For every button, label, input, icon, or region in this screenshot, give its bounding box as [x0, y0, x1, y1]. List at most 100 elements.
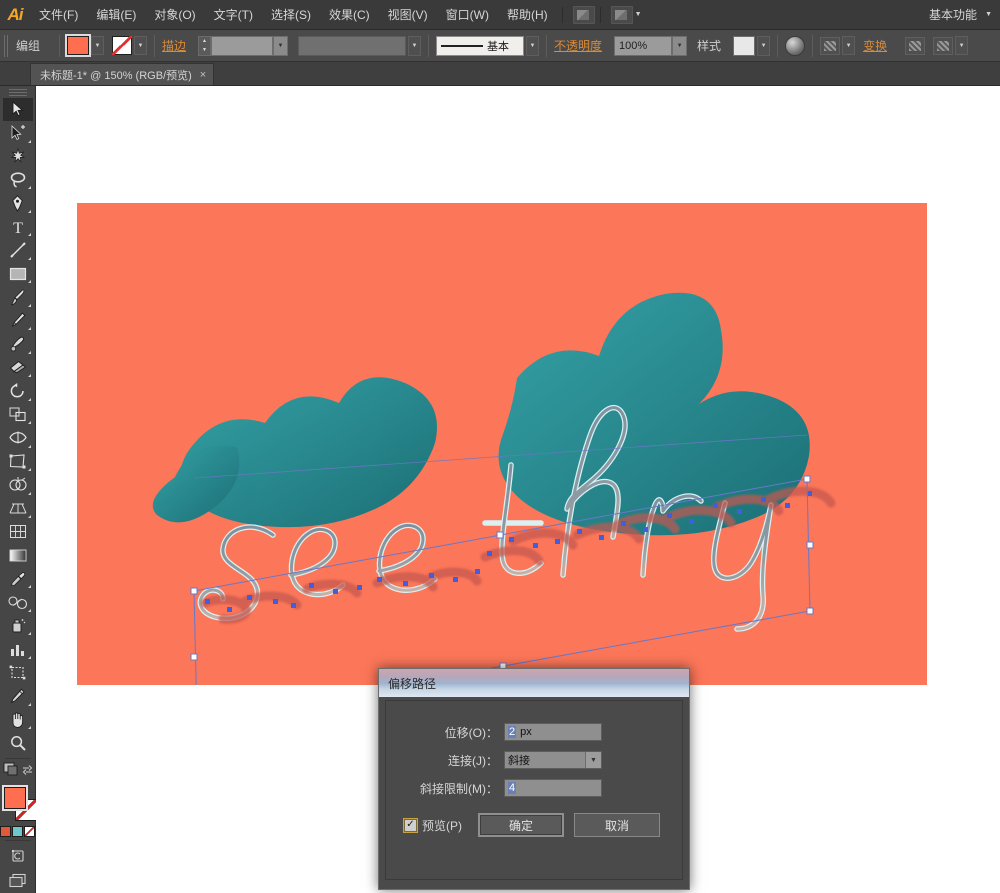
rectangle-tool[interactable]	[3, 262, 33, 285]
variable-width-chevron-down-icon[interactable]: ▼	[408, 35, 422, 56]
draw-normal-icon[interactable]	[3, 762, 18, 781]
opacity-chevron-down-icon[interactable]: ▼	[672, 35, 688, 56]
pen-tool[interactable]	[3, 191, 33, 214]
recolor-artwork-icon[interactable]	[785, 35, 806, 56]
artboard[interactable]	[77, 203, 927, 685]
workspace-switcher[interactable]: 基本功能 ▼	[929, 6, 1000, 23]
tool-flyout-indicator	[27, 139, 31, 143]
fill-swatch[interactable]	[1, 784, 28, 811]
column-graph-tool[interactable]	[3, 637, 33, 660]
tool-flyout-indicator	[27, 209, 31, 213]
pencil-tool[interactable]	[3, 309, 33, 332]
stroke-variable-width-field[interactable]	[298, 35, 407, 56]
perspective-grid-tool[interactable]	[3, 497, 33, 520]
draw-behind-mode-icon[interactable]	[3, 844, 33, 868]
tools-panel-grip[interactable]	[8, 89, 27, 96]
stroke-weight-stepper[interactable]: ▲ ▼	[198, 35, 212, 56]
dialog-title-bar[interactable]: 偏移路径	[379, 669, 689, 697]
stroke-weight-chevron-down-icon[interactable]: ▼	[273, 35, 289, 56]
bridge-icon[interactable]	[572, 5, 595, 24]
eraser-tool[interactable]	[3, 356, 33, 379]
selection-tool[interactable]	[2, 97, 33, 122]
fill-chevron-down-icon[interactable]: ▼	[91, 36, 105, 55]
shape-builder-tool[interactable]	[3, 473, 33, 496]
graphic-style-swatch[interactable]	[733, 35, 756, 56]
mesh-tool[interactable]	[3, 520, 33, 543]
style-label: 样式	[697, 39, 722, 53]
workspace-chevron-down-icon[interactable]: ▼	[985, 11, 992, 18]
transform-label[interactable]: 变换	[863, 37, 887, 54]
tool-flyout-indicator	[27, 303, 31, 307]
zoom-tool[interactable]	[3, 731, 33, 754]
tool-flyout-indicator	[27, 608, 31, 612]
swap-fill-stroke-icon[interactable]	[22, 762, 33, 780]
line-segment-tool[interactable]	[3, 238, 33, 261]
cb-divider-2	[154, 34, 156, 57]
stroke-weight-field[interactable]	[211, 35, 274, 56]
opacity-mask-icon[interactable]	[820, 36, 841, 55]
arrange-documents-icon[interactable]	[610, 5, 633, 24]
chevron-down-icon[interactable]: ▼	[635, 11, 642, 18]
artwork-see-thru[interactable]	[77, 203, 927, 685]
menu-view[interactable]: 视图(V)	[379, 0, 437, 30]
tool-flyout-indicator	[27, 421, 31, 425]
opacity-label[interactable]: 不透明度	[554, 37, 602, 54]
menu-object[interactable]: 对象(O)	[145, 0, 204, 30]
gradient-swatch-icon[interactable]	[12, 826, 23, 838]
opacity-field[interactable]: 100%	[614, 35, 673, 56]
cb-divider-6	[812, 34, 814, 57]
style-chevron-down-icon[interactable]: ▼	[757, 35, 771, 56]
menu-edit[interactable]: 编辑(E)	[87, 0, 145, 30]
paintbrush-tool[interactable]	[3, 285, 33, 308]
slice-tool[interactable]	[3, 684, 33, 707]
none-swatch-icon[interactable]	[24, 826, 35, 838]
checkbox-checked-icon[interactable]: ✓	[403, 817, 418, 833]
stroke-profile-chevron-down-icon[interactable]: ▼	[526, 35, 540, 56]
stroke-chevron-down-icon[interactable]: ▼	[134, 36, 148, 55]
offset-input[interactable]: 2 px	[504, 723, 602, 741]
symbol-sprayer-tool[interactable]	[3, 614, 33, 637]
align-icon[interactable]	[905, 36, 926, 55]
document-tab[interactable]: 未标题-1* @ 150% (RGB/预览) ×	[30, 63, 215, 85]
stroke-weight-label[interactable]: 描边	[162, 37, 186, 54]
width-tool[interactable]	[3, 426, 33, 449]
blend-tool[interactable]	[3, 590, 33, 613]
blob-brush-tool[interactable]	[3, 332, 33, 355]
more-options-icon[interactable]	[933, 36, 954, 55]
artboard-tool[interactable]	[3, 661, 33, 684]
joins-value: 斜接	[508, 755, 530, 767]
scale-tool[interactable]	[3, 403, 33, 426]
control-bar-grip[interactable]	[4, 34, 10, 57]
menu-file[interactable]: 文件(F)	[30, 0, 87, 30]
cancel-button[interactable]: 取消	[574, 813, 660, 837]
miter-limit-input[interactable]: 4	[504, 779, 602, 797]
chevron-down-icon[interactable]: ▼	[585, 752, 601, 768]
free-transform-tool[interactable]	[3, 450, 33, 473]
mask-chevron-down-icon[interactable]: ▼	[842, 36, 856, 55]
menu-window[interactable]: 窗口(W)	[437, 0, 498, 30]
tool-flyout-indicator	[27, 585, 31, 589]
menu-select[interactable]: 选择(S)	[262, 0, 320, 30]
stroke-color-swatch[interactable]	[112, 36, 133, 55]
menu-effect[interactable]: 效果(C)	[320, 0, 379, 30]
magic-wand-tool[interactable]	[3, 145, 33, 168]
hand-tool[interactable]	[3, 708, 33, 731]
lasso-tool[interactable]	[3, 168, 33, 191]
stroke-profile-selector[interactable]: 基本	[436, 35, 525, 56]
close-icon[interactable]: ×	[200, 69, 206, 81]
ok-button[interactable]: 确定	[478, 813, 564, 837]
offset-path-dialog[interactable]: 偏移路径 位移(O)： 2 px 连接(J)： 斜接 ▼ 斜接限制(M)： 4 …	[376, 666, 692, 892]
eyedropper-tool[interactable]	[3, 567, 33, 590]
rotate-tool[interactable]	[3, 379, 33, 402]
screen-mode-icon[interactable]	[3, 869, 33, 893]
color-swatch-icon[interactable]	[0, 826, 11, 838]
menu-help[interactable]: 帮助(H)	[498, 0, 557, 30]
menu-type[interactable]: 文字(T)	[205, 0, 262, 30]
more-chevron-down-icon[interactable]: ▼	[955, 36, 969, 55]
type-tool[interactable]: T	[3, 215, 33, 238]
joins-select[interactable]: 斜接 ▼	[504, 751, 602, 769]
preview-checkbox-wrap[interactable]: ✓ 预览(P)	[403, 817, 462, 834]
direct-selection-tool[interactable]	[3, 121, 33, 144]
gradient-tool[interactable]	[3, 543, 33, 566]
fill-color-swatch[interactable]	[65, 34, 92, 57]
